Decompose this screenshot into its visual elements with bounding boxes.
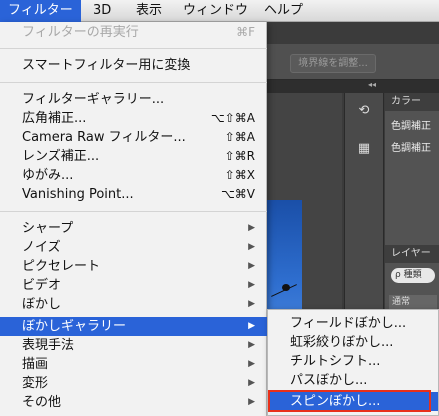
panel-tabstrip	[262, 80, 439, 93]
submenu-arrow-icon: ▶	[248, 280, 255, 290]
menu-item-label: レンズ補正...	[22, 149, 100, 164]
submenu-item-field-blur[interactable]: フィールドぼかし...	[268, 314, 438, 333]
menu-filter[interactable]: フィルター	[0, 0, 81, 22]
menu-item-stylize[interactable]: 表現手法 ▶	[0, 336, 267, 355]
menu-view[interactable]: 表示	[128, 0, 170, 22]
menu-item-blur-gallery[interactable]: ぼかしギャラリー ▶	[0, 317, 267, 336]
menu-item-label: Vanishing Point...	[22, 187, 134, 202]
menu-bar: フィルター 3D 表示 ウィンドウ ヘルプ	[0, 0, 439, 22]
submenu-arrow-icon: ▶	[248, 378, 255, 388]
menu-item-pixelate[interactable]: ピクセレート ▶	[0, 257, 267, 276]
menu-item-other[interactable]: その他 ▶	[0, 393, 267, 412]
blend-mode-select[interactable]: 通常	[389, 295, 437, 310]
menu-item-label: その他	[22, 395, 62, 410]
properties-icon[interactable]: ▦	[355, 141, 373, 159]
menu-item-label: 表現手法	[22, 338, 75, 353]
menu-item-blur[interactable]: ぼかし ▶	[0, 295, 267, 314]
submenu-arrow-icon: ▶	[248, 261, 255, 271]
shortcut: ⌘F	[236, 25, 255, 39]
menu-item-label: Camera Raw フィルター...	[22, 130, 186, 145]
shortcut: ⌥⇧⌘A	[210, 111, 255, 125]
menu-item-lens-correction[interactable]: レンズ補正... ⇧⌘R	[0, 147, 267, 166]
submenu-arrow-icon: ▶	[248, 340, 255, 350]
bird-silhouette	[282, 284, 290, 291]
layer-filter-search[interactable]: ρ 種類	[391, 268, 435, 283]
menu-help[interactable]: ヘルプ	[256, 0, 311, 22]
tab-color[interactable]: カラー	[385, 93, 439, 111]
submenu-item-path-blur[interactable]: パスぼかし...	[268, 371, 438, 390]
submenu-arrow-icon: ▶	[248, 321, 255, 331]
menu-item-label: 広角補正...	[22, 111, 87, 126]
collapse-panels-icon[interactable]: ◂◂	[368, 80, 376, 89]
filter-dropdown-menu: フィルターの再実行 ⌘F スマートフィルター用に変換 フィルターギャラリー...…	[0, 22, 267, 416]
menu-item-filter-gallery[interactable]: フィルターギャラリー...	[0, 90, 267, 109]
blur-gallery-submenu: フィールドぼかし... 虹彩絞りぼかし... チルトシフト... パスぼかし..…	[267, 309, 439, 416]
menu-item-label: ピクセレート	[22, 259, 101, 274]
menu-item-label: シャープ	[22, 221, 74, 236]
separator	[0, 211, 267, 212]
menu-window[interactable]: ウィンドウ	[175, 0, 256, 22]
adjustment-row: 色調補正	[391, 121, 431, 132]
submenu-arrow-icon: ▶	[248, 299, 255, 309]
menu-item-adaptive-wide-angle[interactable]: 広角補正... ⌥⇧⌘A	[0, 109, 267, 128]
menu-item-distort[interactable]: 変形 ▶	[0, 374, 267, 393]
menu-item-last-filter: フィルターの再実行 ⌘F	[0, 23, 267, 42]
shortcut: ⇧⌘X	[224, 168, 255, 182]
history-icon[interactable]: ⟲	[355, 103, 373, 121]
menu-item-label: ノイズ	[22, 240, 61, 255]
shortcut: ⇧⌘R	[224, 149, 255, 163]
menu-item-camera-raw[interactable]: Camera Raw フィルター... ⇧⌘A	[0, 128, 267, 147]
menu-item-sharpen[interactable]: シャープ ▶	[0, 219, 267, 238]
submenu-arrow-icon: ▶	[248, 359, 255, 369]
menu-item-label: 描画	[22, 357, 49, 372]
menu-item-liquify[interactable]: ゆがみ... ⇧⌘X	[0, 166, 267, 185]
submenu-arrow-icon: ▶	[248, 242, 255, 252]
menu-item-label: スマートフィルター用に変換	[22, 58, 191, 73]
menu-3d[interactable]: 3D	[85, 0, 119, 22]
menu-item-label: フィルターギャラリー...	[22, 92, 165, 107]
menu-item-vanishing-point[interactable]: Vanishing Point... ⌥⌘V	[0, 185, 267, 204]
separator	[0, 48, 267, 49]
shortcut: ⌥⌘V	[220, 187, 255, 201]
submenu-arrow-icon: ▶	[248, 397, 255, 407]
menu-item-label: フィルターの再実行	[22, 25, 139, 40]
menu-item-convert-smart-filter[interactable]: スマートフィルター用に変換	[0, 56, 267, 75]
menu-item-video[interactable]: ビデオ ▶	[0, 276, 267, 295]
separator	[0, 82, 267, 83]
menu-item-render[interactable]: 描画 ▶	[0, 355, 267, 374]
tab-layers[interactable]: レイヤー	[385, 245, 439, 263]
menu-item-label: ビデオ	[22, 278, 62, 293]
refine-edge-button[interactable]: 境界線を調整...	[290, 54, 376, 73]
submenu-arrow-icon: ▶	[248, 223, 255, 233]
menu-item-label: ぼかしギャラリー	[22, 319, 127, 334]
submenu-item-tilt-shift[interactable]: チルトシフト...	[268, 352, 438, 371]
menu-item-label: ぼかし	[22, 297, 62, 312]
menu-item-label: ゆがみ...	[22, 168, 74, 183]
menu-item-noise[interactable]: ノイズ ▶	[0, 238, 267, 257]
submenu-item-iris-blur[interactable]: 虹彩絞りぼかし...	[268, 333, 438, 352]
menu-item-label: 変形	[22, 376, 49, 391]
shortcut: ⇧⌘A	[224, 130, 255, 144]
submenu-item-spin-blur[interactable]: スピンぼかし...	[268, 392, 438, 411]
adjustment-row: 色調補正	[391, 143, 431, 154]
